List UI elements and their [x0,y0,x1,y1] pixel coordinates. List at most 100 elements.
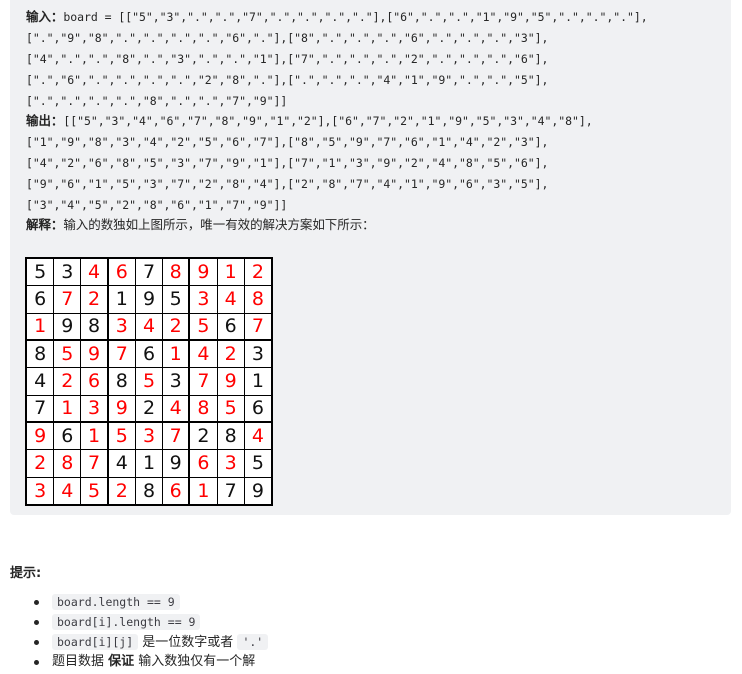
sudoku-cell-filled: 2 [27,450,54,477]
sudoku-cell-given: 9 [163,450,189,477]
input-text: board = [["5","3",".",".","7",".",".",".… [63,10,648,24]
sudoku-cell-given: 6 [27,286,54,313]
sudoku-cell-given: 3 [163,368,189,395]
output-line-0: 输出：[["5","3","4","6","7","8","9","1","2"… [26,111,593,131]
sudoku-cell-given: 1 [244,368,271,395]
sudoku-cell-filled: 4 [217,286,244,313]
sudoku-cell-filled: 3 [135,423,163,450]
sudoku-cell-given: 6 [217,313,244,339]
sudoku-cell-filled: 7 [108,341,135,368]
sudoku-cell-given: 8 [135,477,163,504]
explanation-line: 解释：输入的数独如上图所示，唯一有效的解决方案如下所示： [26,215,375,235]
sudoku-cell-filled: 7 [54,286,81,313]
sudoku-cell-filled: 3 [217,450,244,477]
hint-item: board.length == 9 [30,592,268,612]
hint-bold: 保证 [108,654,135,669]
hint-code: board.length == 9 [52,594,180,610]
output-line-2: ["4","2","6","8","5","3","7","9","1"],["… [26,156,549,170]
sudoku-cell-given: 9 [135,286,163,313]
sudoku-cell-filled: 3 [108,313,135,339]
sudoku-cell-filled: 8 [190,395,217,421]
input-line-3: [".","6",".",".",".",".","2","8","."],["… [26,73,549,87]
sudoku-cell-filled: 4 [54,477,81,504]
sudoku-cell-given: 2 [190,423,217,450]
sudoku-cell-filled: 2 [163,313,189,339]
sudoku-cell-given: 6 [244,395,271,421]
sudoku-cell-filled: 4 [135,313,163,339]
sudoku-cell-given: 8 [81,313,107,339]
sudoku-cell-filled: 6 [81,368,107,395]
sudoku-cell-filled: 3 [27,477,54,504]
sudoku-cell-given: 6 [135,341,163,368]
sudoku-cell-filled: 1 [163,341,189,368]
sudoku-cell-filled: 7 [190,368,217,395]
sudoku-cell-filled: 9 [81,341,107,368]
sudoku-cell-filled: 8 [163,259,189,286]
sudoku-cell-given: 3 [54,259,81,286]
sudoku-cell-filled: 2 [244,259,271,286]
sudoku-cell-filled: 2 [54,368,81,395]
sudoku-cell-filled: 4 [190,341,217,368]
sudoku-cell-given: 5 [244,450,271,477]
hint-code: board[i][j] [52,634,139,650]
sudoku-cell-filled: 1 [81,423,107,450]
sudoku-cell-filled: 5 [217,395,244,421]
sudoku-cell-given: 4 [27,368,54,395]
sudoku-cell-filled: 5 [81,477,107,504]
sudoku-cell-filled: 1 [217,259,244,286]
sudoku-cell-given: 3 [244,341,271,368]
output-line-3: ["9","6","1","5","3","7","2","8","4"],["… [26,177,549,191]
input-line-0: 输入：board = [["5","3",".",".","7",".","."… [26,7,648,27]
sudoku-cell-filled: 3 [190,286,217,313]
output-label: 输出： [26,113,64,128]
sudoku-cell-filled: 1 [54,395,81,421]
sudoku-cell-given: 6 [54,423,81,450]
sudoku-cell-filled: 6 [190,450,217,477]
hint-text: 输入数独仅有一个解 [134,654,256,669]
sudoku-cell-filled: 1 [27,313,54,339]
sudoku-cell-filled: 7 [163,423,189,450]
output-text: [["5","3","4","6","7","8","9","1","2"],[… [63,114,593,128]
sudoku-cell-given: 4 [108,450,135,477]
sudoku-cell-given: 7 [27,395,54,421]
sudoku-solution-grid: 5346789126721953481983425678597614234268… [25,257,273,506]
sudoku-cell-filled: 1 [190,477,217,504]
sudoku-cell-filled: 5 [190,313,217,339]
explanation-label: 解释： [26,217,64,232]
input-label: 输入： [26,9,64,24]
hint-code: board[i].length == 9 [52,614,201,630]
sudoku-cell-filled: 5 [108,423,135,450]
hints-list: board.length == 9 board[i].length == 9 b… [30,592,269,672]
sudoku-cell-filled: 4 [81,259,107,286]
sudoku-cell-filled: 9 [27,423,54,450]
hints-title: 提示: [10,566,42,581]
hint-text: 是一位数字或者 [138,635,238,650]
sudoku-cell-given: 8 [108,368,135,395]
output-line-1: ["1","9","8","3","4","2","5","6","7"],["… [26,135,549,149]
input-line-2: ["4",".",".","8",".","3",".",".","1"],["… [26,52,549,66]
sudoku-cell-filled: 4 [244,423,271,450]
sudoku-cell-given: 8 [217,423,244,450]
sudoku-cell-filled: 8 [244,286,271,313]
sudoku-cell-filled: 3 [81,395,107,421]
sudoku-cell-filled: 2 [81,286,107,313]
output-line-4: ["3","4","5","2","8","6","1","7","9"]] [26,198,288,212]
sudoku-cell-filled: 8 [54,450,81,477]
sudoku-cell-filled: 7 [81,450,107,477]
input-line-1: [".","9","8",".",".",".",".","6","."],["… [26,31,549,45]
sudoku-cell-filled: 2 [108,477,135,504]
sudoku-cell-given: 1 [108,286,135,313]
sudoku-cell-filled: 5 [54,341,81,368]
sudoku-cell-given: 7 [217,477,244,504]
hint-item: board[i].length == 9 [30,612,268,632]
sudoku-cell-given: 2 [135,395,163,421]
sudoku-cell-given: 5 [27,259,54,286]
hint-text: 题目数据 [52,654,109,669]
sudoku-cell-given: 9 [54,313,81,339]
sudoku-cell-filled: 5 [135,368,163,395]
sudoku-cell-given: 1 [135,450,163,477]
sudoku-cell-filled: 9 [190,259,217,286]
explanation-text: 输入的数独如上图所示，唯一有效的解决方案如下所示： [63,217,375,232]
sudoku-cell-given: 8 [27,341,54,368]
hint-item: board[i][j] 是一位数字或者 '.' [30,632,269,652]
